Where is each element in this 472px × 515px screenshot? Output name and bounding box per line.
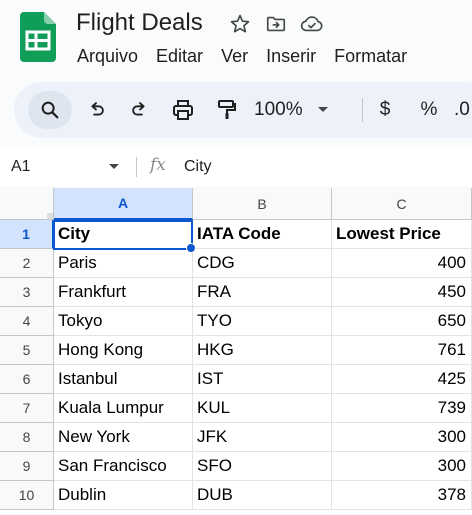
cell-b6[interactable]: IST xyxy=(193,365,332,394)
paint-format-icon xyxy=(218,100,236,119)
cell-c8[interactable]: 300 xyxy=(332,423,472,452)
cell-a10[interactable]: Dublin xyxy=(54,481,193,510)
cell-b7[interactable]: KUL xyxy=(193,394,332,423)
column-header-c[interactable]: C xyxy=(332,188,472,220)
redo-icon xyxy=(132,102,145,116)
name-box-value: A1 xyxy=(11,158,31,175)
cell-c4[interactable]: 650 xyxy=(332,307,472,336)
cell-c1[interactable]: Lowest Price xyxy=(332,220,472,249)
search-icon xyxy=(41,101,59,119)
cell-c5[interactable]: 761 xyxy=(332,336,472,365)
row-header[interactable]: 2 xyxy=(0,249,54,278)
cell-b5[interactable]: HKG xyxy=(193,336,332,365)
google-sheets-logo-icon[interactable] xyxy=(20,12,56,62)
cell-b2[interactable]: CDG xyxy=(193,249,332,278)
cell-b1[interactable]: IATA Code xyxy=(193,220,332,249)
format-percent-button[interactable]: % xyxy=(414,91,444,129)
fill-handle[interactable] xyxy=(186,243,196,253)
toolbar: 100% $ % .0 xyxy=(14,82,472,138)
name-box[interactable]: A1 xyxy=(0,148,132,186)
fx-icon: fx xyxy=(150,155,166,175)
row-header[interactable]: 6 xyxy=(0,365,54,394)
cell-a2[interactable]: Paris xyxy=(54,249,193,278)
chevron-down-icon xyxy=(317,107,328,112)
cell-b3[interactable]: FRA xyxy=(193,278,332,307)
undo-button[interactable] xyxy=(80,91,112,129)
cell-b9[interactable]: SFO xyxy=(193,452,332,481)
cell-c6[interactable]: 425 xyxy=(332,365,472,394)
cell-c10[interactable]: 378 xyxy=(332,481,472,510)
row-header[interactable]: 4 xyxy=(0,307,54,336)
row-header[interactable]: 3 xyxy=(0,278,54,307)
formula-bar: A1 fx City xyxy=(0,148,472,186)
cell-c9[interactable]: 300 xyxy=(332,452,472,481)
cell-b8[interactable]: JFK xyxy=(193,423,332,452)
row-header[interactable]: 1 xyxy=(0,220,54,249)
document-title[interactable]: Flight Deals xyxy=(76,9,203,37)
cell-b10[interactable]: DUB xyxy=(193,481,332,510)
zoom-select[interactable]: 100% xyxy=(254,91,329,129)
cell-c7[interactable]: 739 xyxy=(332,394,472,423)
cell-a3[interactable]: Frankfurt xyxy=(54,278,193,307)
row-header[interactable]: 9 xyxy=(0,452,54,481)
format-currency-button[interactable]: $ xyxy=(370,91,400,129)
menu-bar: Arquivo Editar Ver Inserir Formatar xyxy=(68,44,416,69)
cell-a1[interactable]: City xyxy=(54,220,193,249)
star-icon[interactable] xyxy=(228,12,252,36)
print-button[interactable] xyxy=(166,91,200,129)
column-header-b[interactable]: B xyxy=(193,188,332,220)
cell-a7[interactable]: Kuala Lumpur xyxy=(54,394,193,423)
spreadsheet-grid: A B C 1 City IATA Code Lowest Price 2 Pa… xyxy=(0,188,472,515)
menu-file[interactable]: Arquivo xyxy=(68,44,147,69)
menu-insert[interactable]: Inserir xyxy=(257,44,325,69)
zoom-value: 100% xyxy=(254,99,303,120)
move-to-folder-icon[interactable] xyxy=(264,12,288,36)
row-header[interactable]: 8 xyxy=(0,423,54,452)
column-header-a[interactable]: A xyxy=(54,188,193,220)
paint-format-button[interactable] xyxy=(210,91,244,129)
redo-button[interactable] xyxy=(124,91,156,129)
row-header[interactable]: 7 xyxy=(0,394,54,423)
search-menus-button[interactable] xyxy=(28,91,72,129)
cell-a5[interactable]: Hong Kong xyxy=(54,336,193,365)
menu-view[interactable]: Ver xyxy=(212,44,257,69)
row-header[interactable]: 10 xyxy=(0,481,54,510)
print-icon xyxy=(173,100,193,120)
decrease-decimal-button[interactable]: .0 xyxy=(454,91,472,129)
cell-a6[interactable]: Istanbul xyxy=(54,365,193,394)
select-all-corner[interactable] xyxy=(0,188,54,220)
cell-b4[interactable]: TYO xyxy=(193,307,332,336)
formula-bar-divider xyxy=(136,157,137,177)
undo-icon xyxy=(91,102,104,116)
cell-c2[interactable]: 400 xyxy=(332,249,472,278)
cell-a4[interactable]: Tokyo xyxy=(54,307,193,336)
menu-edit[interactable]: Editar xyxy=(147,44,212,69)
row-header[interactable]: 5 xyxy=(0,336,54,365)
title-actions xyxy=(228,12,324,36)
toolbar-divider xyxy=(362,98,363,122)
cloud-saved-icon[interactable] xyxy=(300,12,324,36)
cell-a9[interactable]: San Francisco xyxy=(54,452,193,481)
menu-format[interactable]: Formatar xyxy=(325,44,416,69)
title-bar: Flight Deals Arquivo Editar Ver Inserir … xyxy=(0,0,472,78)
cell-a8[interactable]: New York xyxy=(54,423,193,452)
chevron-down-icon xyxy=(109,164,119,169)
formula-input[interactable]: City xyxy=(184,148,212,186)
cell-c3[interactable]: 450 xyxy=(332,278,472,307)
